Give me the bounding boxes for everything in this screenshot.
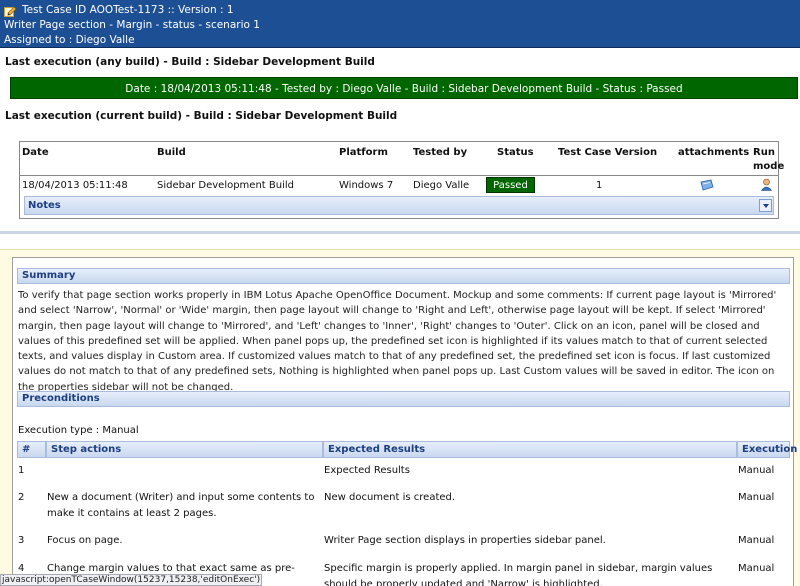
preconditions-label: Preconditions bbox=[22, 393, 100, 404]
row-tested-by: Diego Valle bbox=[413, 180, 470, 191]
step-action: Focus on page. bbox=[47, 535, 123, 546]
step-expected: Expected Results bbox=[324, 465, 410, 476]
steps-col-execution: Execution bbox=[737, 441, 797, 458]
col-platform: Platform bbox=[339, 147, 388, 158]
chevron-down-icon[interactable] bbox=[759, 199, 772, 212]
last-execution-current-title: Last execution (current build) - Build :… bbox=[5, 110, 398, 122]
row-platform: Windows 7 bbox=[339, 180, 394, 191]
step-expected: Specific margin is properly applied. In … bbox=[324, 563, 713, 586]
step-expected: Writer Page section displays in properti… bbox=[324, 535, 606, 546]
step-execution: Manual bbox=[738, 465, 775, 476]
step-expected: New document is created. bbox=[324, 492, 456, 503]
step-execution: Manual bbox=[738, 492, 775, 503]
col-date: Date bbox=[22, 147, 49, 158]
person-icon[interactable] bbox=[760, 178, 773, 194]
col-mode: mode bbox=[753, 161, 785, 172]
edit-pencil-icon[interactable] bbox=[4, 5, 17, 17]
step-number: 3 bbox=[18, 535, 25, 546]
browser-status-bar: javascript:openTCaseWindow(15237,15238,'… bbox=[0, 574, 262, 586]
col-tested-by: Tested by bbox=[413, 147, 468, 158]
col-status: Status bbox=[497, 147, 534, 158]
step-number: 2 bbox=[18, 492, 25, 503]
step-action: New a document (Writer) and input some c… bbox=[47, 492, 315, 519]
col-version: Test Case Version bbox=[558, 147, 658, 158]
summary-section-header: Summary bbox=[17, 268, 790, 284]
attachment-icon[interactable] bbox=[700, 179, 714, 194]
row-date: 18/04/2013 05:11:48 bbox=[22, 180, 128, 191]
summary-label: Summary bbox=[22, 270, 76, 281]
notes-label: Notes bbox=[28, 200, 61, 211]
steps-col-actions: Step actions bbox=[46, 441, 323, 458]
col-build: Build bbox=[157, 147, 186, 158]
status-badge: Passed bbox=[486, 177, 535, 193]
execution-table-header: Date Build Platform Tested by Status Tes… bbox=[20, 142, 784, 176]
header-assignee: Assigned to : Diego Valle bbox=[4, 34, 135, 46]
execution-panel: Last execution (any build) - Build : Sid… bbox=[0, 48, 800, 234]
test-case-header: Test Case ID AOOTest-1173 :: Version : 1… bbox=[0, 0, 800, 48]
row-version: 1 bbox=[596, 180, 603, 191]
details-frame: Summary To verify that page section work… bbox=[12, 257, 797, 586]
table-row: 18/04/2013 05:11:48 Sidebar Development … bbox=[20, 176, 778, 196]
header-subtitle: Writer Page section - Margin - status - … bbox=[4, 19, 260, 31]
last-execution-any-title: Last execution (any build) - Build : Sid… bbox=[5, 56, 375, 68]
notes-toggle[interactable]: Notes bbox=[24, 196, 774, 215]
last-execution-status-bar: Date : 18/04/2013 05:11:48 - Tested by :… bbox=[10, 77, 798, 99]
step-execution: Manual bbox=[738, 563, 775, 574]
row-build: Sidebar Development Build bbox=[157, 180, 294, 191]
header-title: Test Case ID AOOTest-1173 :: Version : 1 bbox=[22, 4, 234, 16]
steps-table-header: # Step actions Expected Results Executio… bbox=[17, 441, 797, 458]
step-execution: Manual bbox=[738, 535, 775, 546]
preconditions-section-header: Preconditions bbox=[17, 391, 790, 407]
steps-col-expected: Expected Results bbox=[323, 441, 737, 458]
col-run: Run bbox=[753, 147, 775, 158]
summary-text: To verify that page section works proper… bbox=[18, 290, 777, 393]
execution-table: Date Build Platform Tested by Status Tes… bbox=[19, 141, 784, 219]
step-number: 1 bbox=[18, 465, 25, 476]
test-case-details: Summary To verify that page section work… bbox=[0, 249, 800, 586]
execution-type: Execution type : Manual bbox=[18, 425, 139, 436]
col-attachments: attachments bbox=[678, 147, 750, 158]
steps-col-number: # bbox=[17, 441, 46, 458]
